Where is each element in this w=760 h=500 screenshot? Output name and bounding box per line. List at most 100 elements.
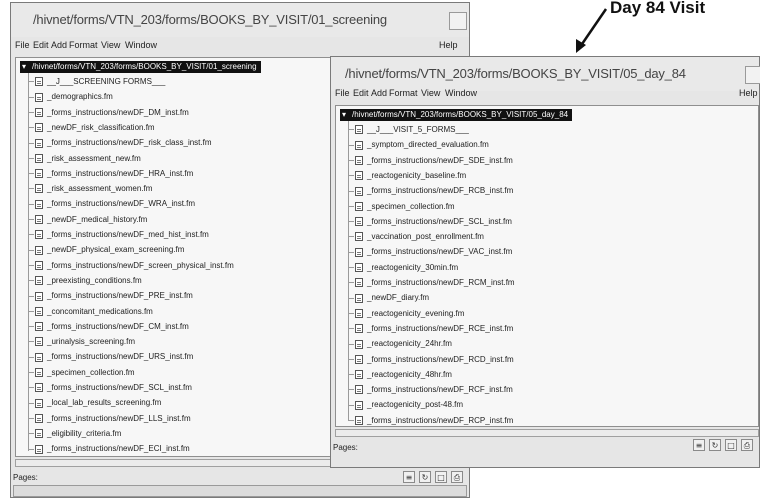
tree-branch bbox=[348, 221, 354, 223]
menu-add[interactable]: Add bbox=[371, 88, 387, 98]
book-file-item[interactable]: _forms_instructions/newDF_HRA_inst.fm bbox=[28, 168, 193, 180]
book-file-item[interactable]: _forms_instructions/newDF_RCE_inst.fm bbox=[348, 323, 513, 335]
book-file-item[interactable]: _symptom_directed_evaluation.fm bbox=[348, 139, 489, 151]
book-file-item[interactable]: _forms_instructions/newDF_RCM_inst.fm bbox=[348, 277, 515, 289]
book-file-item[interactable]: _reactogenicity_post-48.fm bbox=[348, 399, 463, 411]
book-file-name: _risk_assessment_new.fm bbox=[47, 153, 141, 163]
menu-help[interactable]: Help bbox=[739, 88, 758, 98]
menu-edit[interactable]: Edit bbox=[33, 40, 49, 50]
book-file-item[interactable]: _reactogenicity_30min.fm bbox=[348, 262, 458, 274]
menu-format[interactable]: Format bbox=[389, 88, 418, 98]
book-root-selected[interactable]: ▾ /hivnet/forms/VTN_203/forms/BOOKS_BY_V… bbox=[340, 109, 573, 121]
tree-branch bbox=[348, 144, 354, 146]
tree-branch bbox=[28, 157, 34, 159]
print-button[interactable]: ⎙ bbox=[741, 439, 753, 451]
book-file-item[interactable]: _concomitant_medications.fm bbox=[28, 306, 153, 318]
menu-edit[interactable]: Edit bbox=[353, 88, 369, 98]
book-file-name: _reactogenicity_post-48.fm bbox=[367, 400, 464, 410]
tree-branch bbox=[28, 280, 34, 282]
tree-branch bbox=[28, 173, 34, 175]
menu-format[interactable]: Format bbox=[69, 40, 98, 50]
book-file-item[interactable]: _risk_assessment_women.fm bbox=[28, 183, 152, 195]
menu-file[interactable]: File bbox=[15, 40, 30, 50]
document-icon bbox=[35, 245, 43, 255]
page-view-button[interactable]: □ bbox=[435, 471, 447, 483]
book-file-item[interactable]: _forms_instructions/newDF_LLS_inst.fm bbox=[28, 413, 191, 425]
book-file-item[interactable]: _forms_instructions/newDF_CM_inst.fm bbox=[28, 321, 189, 333]
book-file-item[interactable]: _forms_instructions/newDF_risk_class_ins… bbox=[28, 137, 212, 149]
book-file-item[interactable]: _forms_instructions/newDF_URS_inst.fm bbox=[28, 351, 193, 363]
book-file-list[interactable]: ▾ /hivnet/forms/VTN_203/forms/BOOKS_BY_V… bbox=[335, 105, 759, 427]
book-file-name: _forms_instructions/newDF_LLS_inst.fm bbox=[47, 413, 191, 423]
refresh-button[interactable]: ↻ bbox=[419, 471, 431, 483]
book-file-item[interactable]: _forms_instructions/newDF_RCB_inst.fm bbox=[348, 185, 513, 197]
book-file-item[interactable]: _vaccination_post_enrollment.fm bbox=[348, 231, 484, 243]
collapse-icon[interactable]: ▾ bbox=[342, 109, 346, 121]
tree-branch bbox=[28, 142, 34, 144]
menu-window[interactable]: Window bbox=[445, 88, 477, 98]
book-file-item[interactable]: _specimen_collection.fm bbox=[348, 201, 455, 213]
menu-view[interactable]: View bbox=[101, 40, 120, 50]
book-file-item[interactable]: _forms_instructions/newDF_PRE_inst.fm bbox=[28, 290, 193, 302]
book-file-name: _risk_assessment_women.fm bbox=[47, 184, 153, 194]
document-icon bbox=[35, 413, 43, 423]
menu-window[interactable]: Window bbox=[125, 40, 157, 50]
book-file-name: _newDF_physical_exam_screening.fm bbox=[47, 245, 185, 255]
print-button[interactable]: ⎙ bbox=[451, 471, 463, 483]
title-bar[interactable]: /hivnet/forms/VTN_203/forms/BOOKS_BY_VIS… bbox=[11, 3, 469, 37]
refresh-button[interactable]: ↻ bbox=[709, 439, 721, 451]
tree-branch bbox=[348, 312, 354, 314]
book-file-item[interactable]: __J___SCREENING FORMS___ bbox=[28, 76, 165, 88]
book-file-item[interactable]: _local_lab_results_screening.fm bbox=[28, 397, 161, 409]
book-file-item[interactable]: _forms_instructions/newDF_SCL_inst.fm bbox=[28, 382, 192, 394]
menu-add[interactable]: Add bbox=[51, 40, 67, 50]
book-file-item[interactable]: _forms_instructions/newDF_WRA_inst.fm bbox=[28, 198, 195, 210]
book-file-item[interactable]: _risk_assessment_new.fm bbox=[28, 153, 141, 165]
tree-branch bbox=[348, 282, 354, 284]
book-file-item[interactable]: _preexisting_conditions.fm bbox=[28, 275, 142, 287]
document-icon bbox=[35, 184, 43, 194]
book-file-item[interactable]: _specimen_collection.fm bbox=[28, 367, 135, 379]
book-file-item[interactable]: _reactogenicity_evening.fm bbox=[348, 308, 464, 320]
list-view-button[interactable]: ≡ bbox=[403, 471, 415, 483]
page-view-button[interactable]: □ bbox=[725, 439, 737, 451]
book-file-item[interactable]: _forms_instructions/newDF_RCD_inst.fm bbox=[348, 354, 514, 366]
book-file-name: _forms_instructions/newDF_WRA_inst.fm bbox=[47, 199, 196, 209]
book-file-item[interactable]: _reactogenicity_baseline.fm bbox=[348, 170, 466, 182]
book-file-item[interactable]: _forms_instructions/newDF_RCP_inst.fm bbox=[348, 415, 513, 426]
menu-help[interactable]: Help bbox=[439, 40, 458, 50]
book-file-name: _concomitant_medications.fm bbox=[47, 306, 153, 316]
collapse-icon[interactable]: ▾ bbox=[22, 61, 26, 73]
horizontal-scrollbar[interactable] bbox=[335, 429, 759, 437]
maximize-button[interactable] bbox=[449, 12, 467, 30]
menu-file[interactable]: File bbox=[335, 88, 350, 98]
tree-branch bbox=[28, 341, 34, 343]
book-file-item[interactable]: _newDF_physical_exam_screening.fm bbox=[28, 244, 184, 256]
book-file-item[interactable]: _newDF_risk_classification.fm bbox=[28, 122, 155, 134]
list-view-button[interactable]: ≡ bbox=[693, 439, 705, 451]
book-file-item[interactable]: _forms_instructions/newDF_med_hist_inst.… bbox=[28, 229, 209, 241]
book-file-item[interactable]: _eligibility_criteria.fm bbox=[28, 428, 121, 440]
book-file-item[interactable]: _forms_instructions/newDF_VAC_inst.fm bbox=[348, 246, 512, 258]
book-file-item[interactable]: _newDF_diary.fm bbox=[348, 292, 429, 304]
book-file-item[interactable]: _forms_instructions/newDF_SCL_inst.fm bbox=[348, 216, 512, 228]
tree-branch bbox=[348, 159, 354, 161]
book-file-item[interactable]: __J___VISIT_5_FORMS___ bbox=[348, 124, 469, 136]
menu-view[interactable]: View bbox=[421, 88, 440, 98]
book-file-item[interactable]: _demographics.fm bbox=[28, 91, 113, 103]
tree-branch bbox=[28, 295, 34, 297]
maximize-button[interactable] bbox=[745, 66, 760, 84]
book-root-selected[interactable]: ▾ /hivnet/forms/VTN_203/forms/BOOKS_BY_V… bbox=[20, 61, 261, 73]
book-file-item[interactable]: _urinalysis_screening.fm bbox=[28, 336, 135, 348]
book-file-item[interactable]: _forms_instructions/newDF_DM_inst.fm bbox=[28, 107, 189, 119]
book-file-item[interactable]: _forms_instructions/newDF_ECI_inst.fm bbox=[28, 443, 190, 455]
book-file-item[interactable]: _forms_instructions/newDF_RCF_inst.fm bbox=[348, 384, 513, 396]
document-icon bbox=[355, 354, 363, 364]
tree-branch bbox=[348, 205, 354, 207]
book-file-item[interactable]: _reactogenicity_24hr.fm bbox=[348, 338, 452, 350]
book-file-item[interactable]: _forms_instructions/newDF_SDE_inst.fm bbox=[348, 155, 513, 167]
book-file-item[interactable]: _reactogenicity_48hr.fm bbox=[348, 369, 452, 381]
book-file-item[interactable]: _newDF_medical_history.fm bbox=[28, 214, 147, 226]
book-root-path: /hivnet/forms/VTN_203/forms/BOOKS_BY_VIS… bbox=[352, 110, 569, 119]
book-file-item[interactable]: _forms_instructions/newDF_screen_physica… bbox=[28, 260, 234, 272]
